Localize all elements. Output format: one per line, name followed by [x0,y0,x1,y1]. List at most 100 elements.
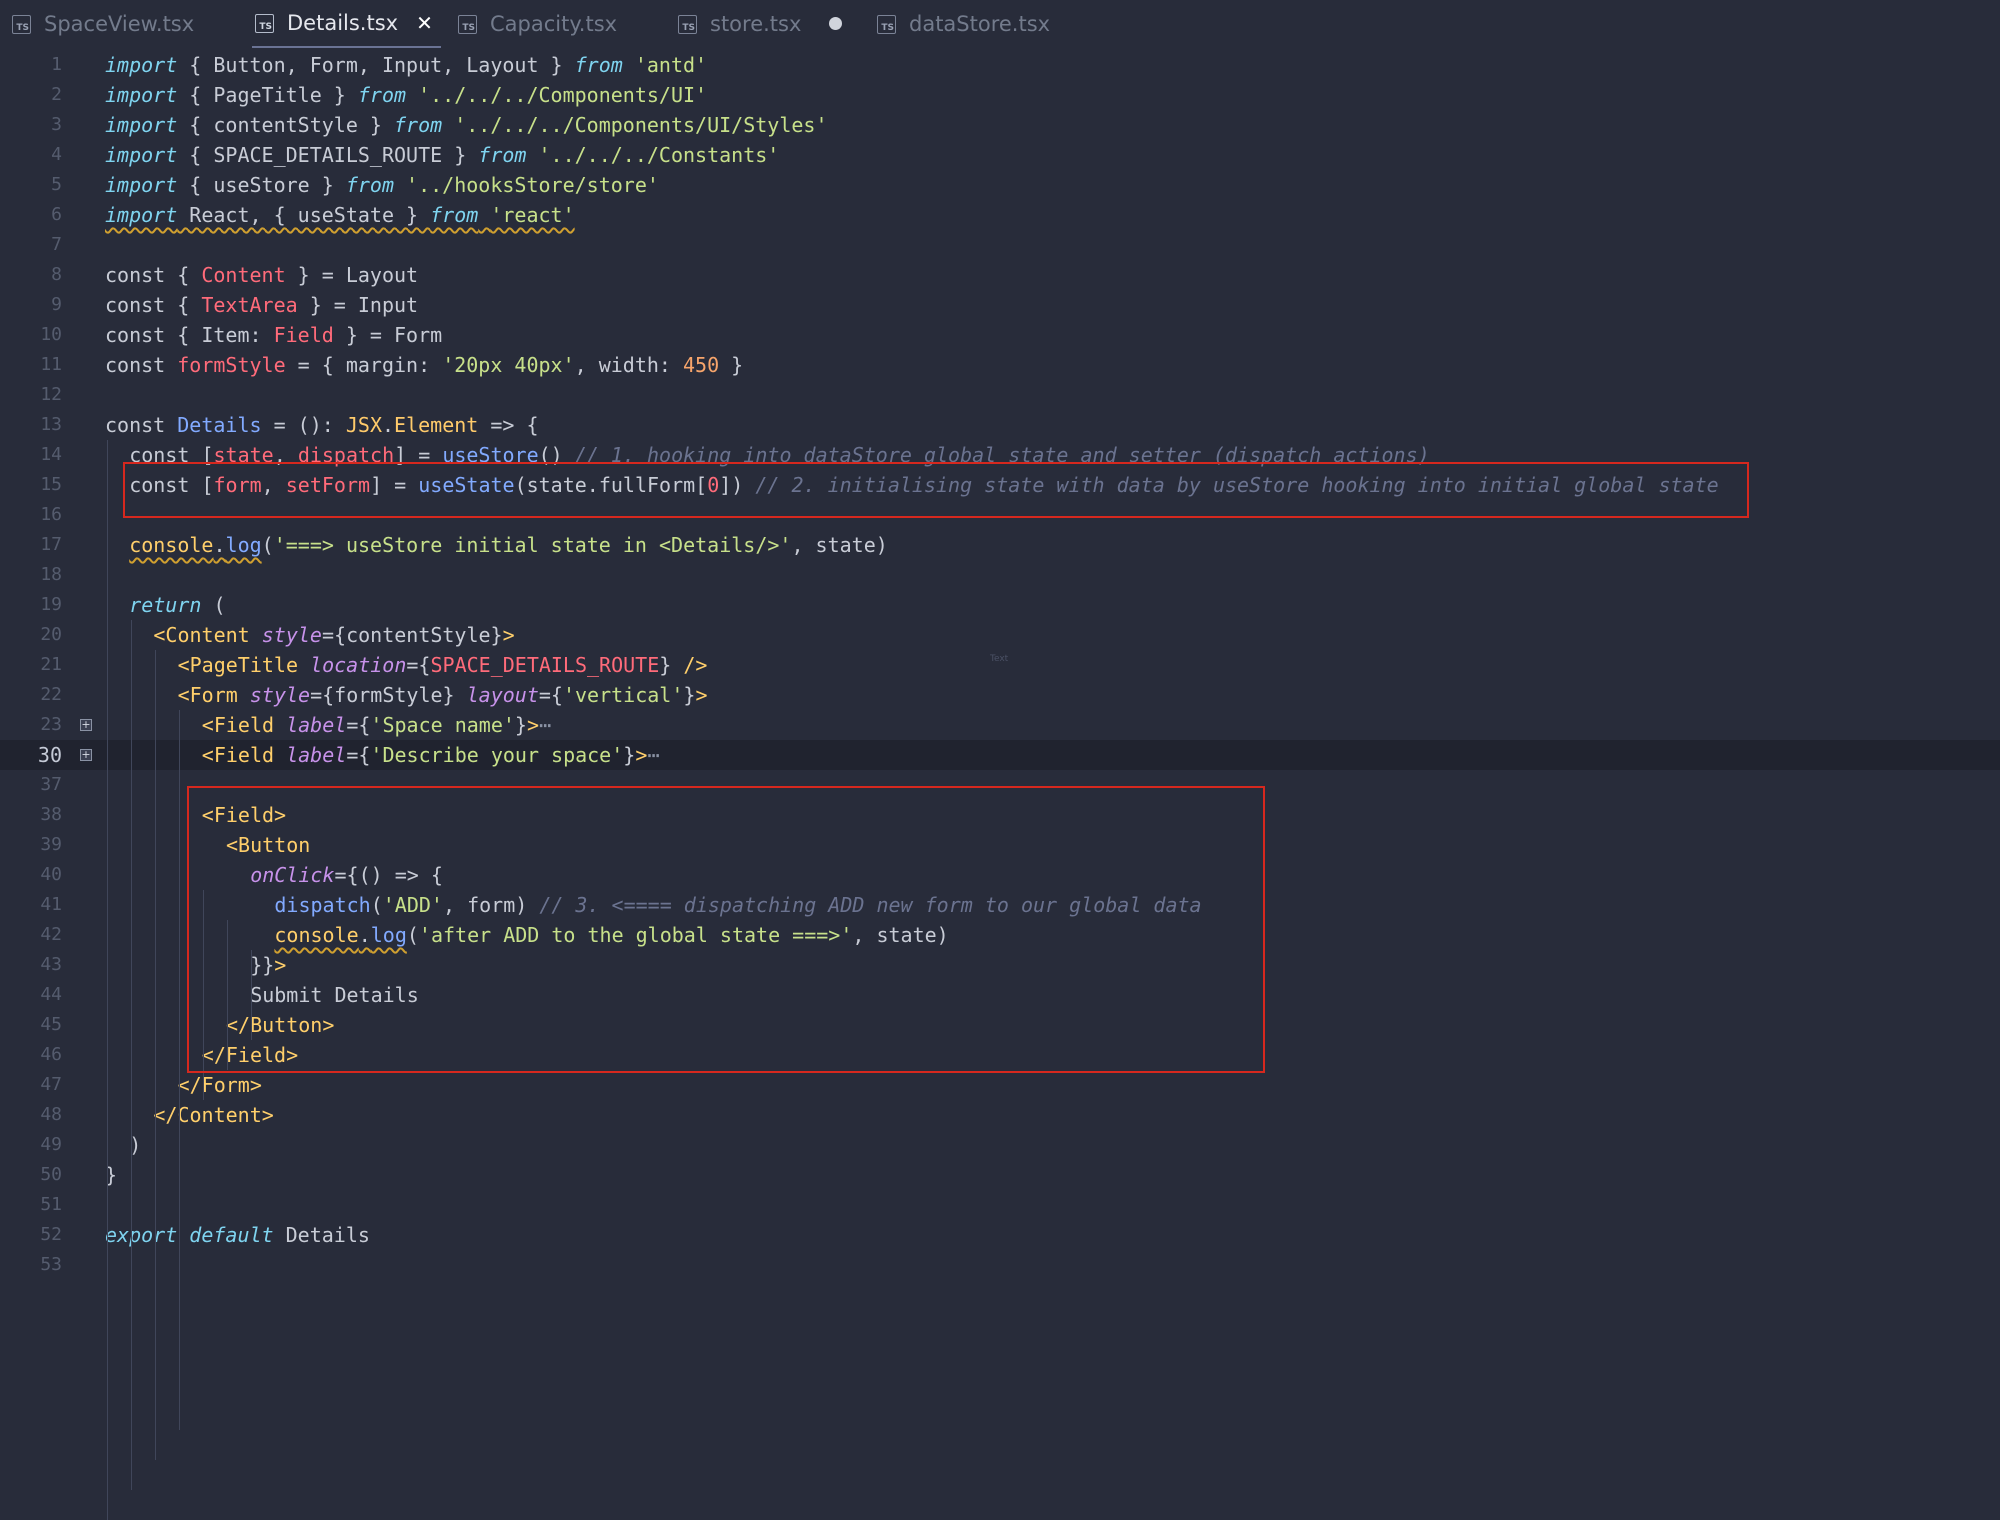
line-number: 21 [40,654,62,675]
code-text: console.log('after ADD to the global sta… [274,923,949,947]
code-line[interactable]: 2 import { PageTitle } from '../../../Com… [0,80,2000,110]
code-text: }}> [250,953,287,977]
line-number: 2 [51,84,62,105]
code-line[interactable]: 1 import { Button, Form, Input, Layout } … [0,50,2000,80]
line-number: 10 [40,324,62,345]
tab-details[interactable]: TS Details.tsx ✕ [252,0,441,48]
line-number: 52 [40,1224,62,1245]
unsaved-dot-icon[interactable] [829,17,842,30]
code-line[interactable]: 3 import { contentStyle } from '../../../… [0,110,2000,140]
indent-guide [179,710,180,1430]
code-line[interactable]: 19 return ( [0,590,2000,620]
code-line[interactable]: 53 [0,1250,2000,1280]
ts-badge: TS [682,22,695,33]
code-line[interactable]: 20 <Content style={contentStyle}> [0,620,2000,650]
code-line[interactable]: 49) [0,1130,2000,1160]
ts-badge: TS [881,22,894,33]
code-text: const [state, dispatch] = useStore() // … [129,443,1430,467]
code-line[interactable]: 51 [0,1190,2000,1220]
code-line[interactable]: 39 <Button [0,830,2000,860]
code-line[interactable]: 17 console.log('===> useStore initial sta… [0,530,2000,560]
line-number: 13 [40,414,62,435]
line-number: 49 [40,1134,62,1155]
tab-label: SpaceView.tsx [44,12,195,36]
indent-guide [251,950,252,1040]
code-line[interactable]: 42 console.log('after ADD to the global s… [0,920,2000,950]
line-number: 37 [40,774,62,795]
line-number: 51 [40,1194,62,1215]
indent-guide [203,890,204,1100]
code-text: <Field label={'Describe your space'}>⋯ [201,743,660,767]
code-line[interactable]: 6 import React, { useState } from 'react' [0,200,2000,230]
code-line[interactable]: 8 const { Content } = Layout [0,260,2000,290]
code-text: const Details = (): JSX.Element => { [105,413,539,437]
line-number: 6 [51,204,62,225]
indent-guide [155,650,156,1460]
code-line[interactable]: 13 const Details = (): JSX.Element => { [0,410,2000,440]
ts-file-icon: TS [255,13,274,33]
code-line[interactable]: 23 + <Field label={'Space name'}>⋯ [0,710,2000,740]
line-number: 1 [51,54,62,75]
code-line[interactable]: 9 const { TextArea } = Input [0,290,2000,320]
code-line[interactable]: 7 [0,230,2000,260]
code-line[interactable]: 46 </Field> [0,1040,2000,1070]
code-line[interactable]: 30 + <Field label={'Describe your space'}>… [0,740,2000,770]
code-line[interactable]: 10 const { Item: Field } = Form [0,320,2000,350]
code-text: const { Content } = Layout [105,263,419,287]
indent-guide [107,440,108,1520]
code-line[interactable]: 37 [0,770,2000,800]
tab-bar: TS SpaceView.tsx TS Details.tsx ✕ TS Capacity.… [0,0,2000,48]
code-line[interactable]: 16 [0,500,2000,530]
line-number: 50 [40,1164,62,1185]
code-text: <Field> [201,803,287,827]
line-number: 38 [40,804,62,825]
indent-guide [227,920,228,1070]
line-number: 16 [40,504,62,525]
code-line[interactable]: 50} [0,1160,2000,1190]
code-line[interactable]: 43}}> [0,950,2000,980]
line-number: 12 [40,384,62,405]
code-text: import { PageTitle } from '../../../Comp… [105,83,708,107]
code-text: const { TextArea } = Input [105,293,419,317]
code-line[interactable]: 48 </Content> [0,1100,2000,1130]
tab-datastore[interactable]: TS dataStore.tsx [877,0,1050,48]
line-number: 3 [51,114,62,135]
code-text: <Content style={contentStyle}> [153,623,515,647]
code-text: import React, { useState } from 'react' [105,203,575,227]
code-line[interactable]: 22 <Form style={formStyle} layout={'verti… [0,680,2000,710]
code-line[interactable]: 5 import { useStore } from '../hooksStore… [0,170,2000,200]
line-number: 11 [40,354,62,375]
code-text: const formStyle = { margin: '20px 40px',… [105,353,744,377]
line-number: 41 [40,894,62,915]
tab-label: dataStore.tsx [909,12,1051,36]
code-line[interactable]: 12 [0,380,2000,410]
code-line[interactable]: 47 </Form> [0,1070,2000,1100]
close-icon[interactable]: ✕ [416,11,433,35]
line-number: 14 [40,444,62,465]
line-number: 48 [40,1104,62,1125]
tab-label: Capacity.tsx [490,12,618,36]
code-line[interactable]: 45 </Button> [0,1010,2000,1040]
code-line[interactable]: 4 import { SPACE_DETAILS_ROUTE } from '..… [0,140,2000,170]
code-line[interactable]: 11 const formStyle = { margin: '20px 40px… [0,350,2000,380]
code-line[interactable]: 18 [0,560,2000,590]
code-text: import { contentStyle } from '../../../C… [105,113,828,137]
overlay-text: Text [990,654,1009,664]
line-number: 18 [40,564,62,585]
code-line[interactable]: 38 <Field> [0,800,2000,830]
code-line[interactable]: 41 dispatch('ADD', form) // 3. <==== disp… [0,890,2000,920]
tab-capacity[interactable]: TS Capacity.tsx [458,0,617,48]
fold-expand-icon[interactable]: + [80,719,92,731]
fold-expand-icon[interactable]: + [80,749,92,761]
code-text: <Button [226,833,311,857]
code-text: <Form style={formStyle} layout={'vertica… [177,683,708,707]
tab-label: Details.tsx [287,11,399,35]
tab-spaceview[interactable]: TS SpaceView.tsx [12,0,194,48]
code-line[interactable]: 40 onClick={() => { [0,860,2000,890]
tab-store[interactable]: TS store.tsx [678,0,801,48]
code-line[interactable]: 15 const [form, setForm] = useState(state… [0,470,2000,500]
code-line[interactable]: 44 Submit Details [0,980,2000,1010]
code-line[interactable]: 14 const [state, dispatch] = useStore() /… [0,440,2000,470]
code-line[interactable]: 52 export default Details [0,1220,2000,1250]
line-number: 42 [40,924,62,945]
